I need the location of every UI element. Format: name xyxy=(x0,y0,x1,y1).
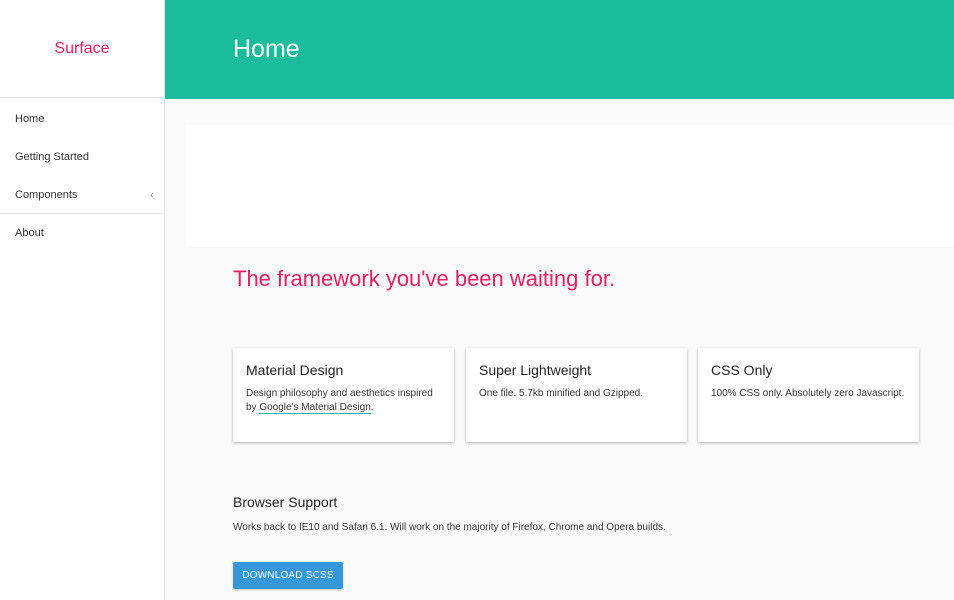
feature-card-super-lightweight: Super Lightweight One file. 5.7kb minifi… xyxy=(466,348,687,442)
browser-support-section: Browser Support Works back to IE10 and S… xyxy=(233,494,666,533)
sidebar-item-label: About xyxy=(15,227,44,239)
sidebar-item-about[interactable]: About xyxy=(0,214,164,252)
browser-support-title: Browser Support xyxy=(233,494,338,510)
hero-panel xyxy=(186,125,954,247)
brand-logo[interactable]: Surface xyxy=(0,0,164,98)
tagline: The framework you've been waiting for. xyxy=(233,266,616,291)
card-text: Design philosophy and aesthetics inspire… xyxy=(246,387,441,415)
sidebar-item-label: Home xyxy=(15,113,45,125)
chevron-left-icon: ‹ xyxy=(150,186,154,201)
sidebar-item-label: Getting Started xyxy=(15,151,89,163)
card-title: Material Design xyxy=(246,362,344,378)
page-title: Home xyxy=(233,35,300,63)
feature-card-material-design: Material Design Design philosophy and ae… xyxy=(233,348,454,442)
card-text-part: . xyxy=(370,402,374,413)
download-scss-button[interactable]: Download SCSS xyxy=(233,562,343,589)
sidebar-item-home[interactable]: Home xyxy=(0,100,164,138)
card-title: Super Lightweight xyxy=(479,362,592,378)
sidebar-item-label: Components xyxy=(15,188,78,201)
feature-card-css-only: CSS Only 100% CSS only. Absolutely zero … xyxy=(698,348,919,442)
card-text: 100% CSS only. Absolutely zero Javascrip… xyxy=(711,388,905,399)
sidebar-item-getting-started[interactable]: Getting Started xyxy=(0,138,164,176)
browser-support-text: Works back to IE10 and Safari 6.1. Will … xyxy=(233,522,666,533)
card-text: One file. 5.7kb minified and Gzipped. xyxy=(479,388,643,399)
sidebar: Surface Home Getting Started Components … xyxy=(0,0,165,600)
sidebar-item-components[interactable]: Components ‹ xyxy=(0,176,164,214)
material-design-link[interactable]: Google's Material Design xyxy=(259,402,371,414)
sidebar-nav: Home Getting Started Components ‹ About xyxy=(0,100,164,252)
card-title: CSS Only xyxy=(711,362,773,378)
top-header: Home xyxy=(165,0,954,99)
